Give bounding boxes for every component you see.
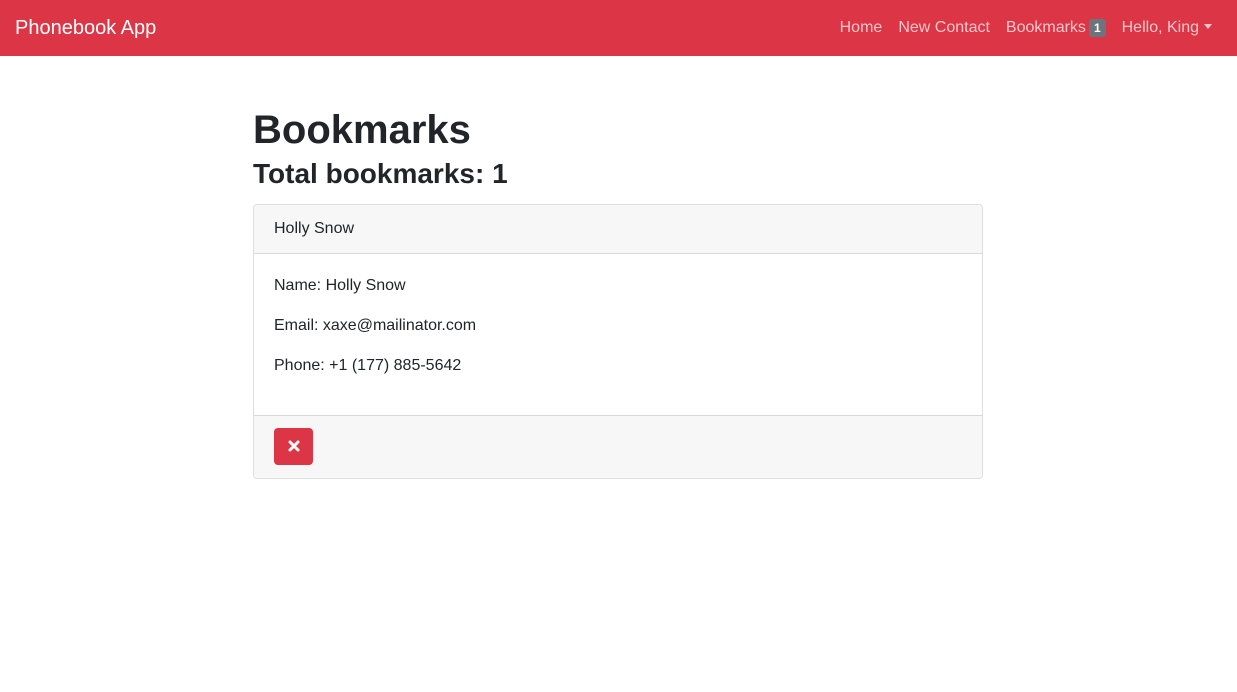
contact-email: Email: xaxe@mailinator.com <box>274 316 477 334</box>
total-bookmarks: Total bookmarks: 1 <box>253 158 508 189</box>
remove-bookmark-button[interactable] <box>274 427 313 465</box>
card-header: Holly Snow <box>254 204 982 254</box>
nav-home[interactable]: Home <box>832 0 891 56</box>
card-body: Name: Holly Snow Email: xaxe@mailinator.… <box>254 254 982 415</box>
contact-phone: Phone: +1 (177) 885-5642 <box>274 356 462 374</box>
nav-bookmarks[interactable]: Bookmarks 1 <box>998 0 1114 56</box>
contact-name: Name: Holly Snow <box>274 276 406 294</box>
nav-menu: Home New Contact Bookmarks 1 Hello, King <box>832 0 1221 56</box>
main-content: Bookmarks Total bookmarks: 1 Holly Snow … <box>253 108 983 479</box>
nav-bookmarks-label: Bookmarks <box>1005 19 1086 36</box>
user-dropdown-toggle[interactable]: Hello, King <box>1114 0 1221 56</box>
page-title: Bookmarks <box>253 108 471 152</box>
brand-link[interactable]: Phonebook App <box>15 18 156 38</box>
card-footer <box>254 414 982 478</box>
nav-new-contact[interactable]: New Contact <box>890 0 998 56</box>
user-greeting: Hello, King <box>1121 19 1199 36</box>
caret-down-icon <box>1204 23 1212 29</box>
close-icon <box>288 440 299 452</box>
bookmark-card: Holly Snow Name: Holly Snow Email: xaxe@… <box>253 203 983 479</box>
navbar: Phonebook App Home New Contact Bookmarks… <box>0 0 1237 56</box>
bookmarks-count-badge: 1 <box>1088 19 1106 37</box>
